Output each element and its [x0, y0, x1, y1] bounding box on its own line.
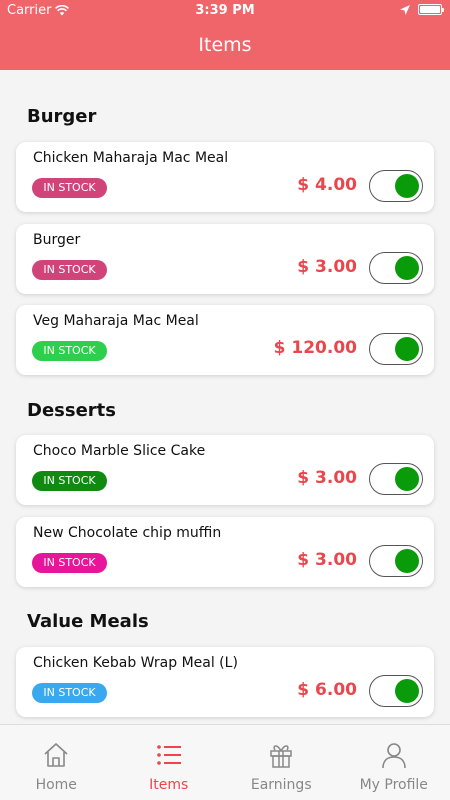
- section-title-burger: Burger: [27, 106, 97, 127]
- toggle-knob: [395, 337, 419, 361]
- availability-toggle[interactable]: [369, 170, 423, 202]
- section-title-desserts: Desserts: [27, 400, 116, 421]
- item-price: $ 4.00: [297, 175, 357, 195]
- header: Carrier 3:39 PM Items: [0, 0, 450, 70]
- user-icon: [381, 743, 406, 769]
- tab-earnings[interactable]: Earnings: [225, 725, 338, 800]
- items-list[interactable]: Burger Chicken Maharaja Mac Meal IN STOC…: [0, 70, 450, 724]
- tab-label: Home: [35, 777, 77, 793]
- availability-toggle[interactable]: [369, 333, 423, 365]
- item-card[interactable]: Choco Marble Slice Cake IN STOCK $ 3.00: [16, 435, 434, 505]
- item-price: $ 3.00: [297, 468, 357, 488]
- page-title: Items: [198, 34, 252, 56]
- stock-badge: IN STOCK: [32, 260, 107, 280]
- item-name: Chicken Kebab Wrap Meal (L): [33, 655, 238, 671]
- status-bar: Carrier 3:39 PM: [0, 0, 450, 22]
- item-price: $ 120.00: [273, 338, 357, 358]
- availability-toggle[interactable]: [369, 675, 423, 707]
- item-name: Veg Maharaja Mac Meal: [33, 313, 199, 329]
- item-card[interactable]: Chicken Maharaja Mac Meal IN STOCK $ 4.0…: [16, 142, 434, 212]
- section-title-value-meals: Value Meals: [27, 611, 149, 632]
- stock-badge: IN STOCK: [32, 471, 107, 491]
- tab-label: Earnings: [250, 777, 312, 793]
- tab-home[interactable]: Home: [0, 725, 113, 800]
- item-name: Chicken Maharaja Mac Meal: [33, 150, 229, 166]
- availability-toggle[interactable]: [369, 463, 423, 495]
- availability-toggle[interactable]: [369, 545, 423, 577]
- tab-items[interactable]: Items: [113, 725, 226, 800]
- stock-badge: IN STOCK: [32, 553, 107, 573]
- item-price: $ 6.00: [297, 680, 357, 700]
- status-time: 3:39 PM: [195, 3, 255, 18]
- tab-label: My Profile: [359, 777, 428, 793]
- toggle-knob: [395, 467, 419, 491]
- list-icon: [156, 745, 181, 765]
- tab-my-profile[interactable]: My Profile: [338, 725, 450, 800]
- item-name: New Chocolate chip muffin: [33, 525, 222, 541]
- item-name: Burger: [33, 232, 81, 248]
- availability-toggle[interactable]: [369, 252, 423, 284]
- tab-bar: Home Items Earnings My Profile: [0, 724, 450, 800]
- toggle-knob: [395, 174, 419, 198]
- toggle-knob: [395, 256, 419, 280]
- battery-icon: [418, 4, 444, 15]
- item-card[interactable]: Veg Maharaja Mac Meal IN STOCK $ 120.00: [16, 305, 434, 375]
- stock-badge: IN STOCK: [32, 683, 107, 703]
- home-icon: [44, 743, 68, 767]
- toggle-knob: [395, 679, 419, 703]
- status-right: [400, 4, 444, 15]
- gift-icon: [270, 745, 292, 768]
- item-card[interactable]: Burger IN STOCK $ 3.00: [16, 224, 434, 294]
- item-price: $ 3.00: [297, 550, 357, 570]
- toggle-knob: [395, 549, 419, 573]
- stock-badge: IN STOCK: [32, 178, 107, 198]
- item-card[interactable]: New Chocolate chip muffin IN STOCK $ 3.0…: [16, 517, 434, 587]
- item-name: Choco Marble Slice Cake: [33, 443, 206, 459]
- location-arrow-icon: [400, 4, 410, 15]
- stock-badge: IN STOCK: [32, 341, 107, 361]
- item-card[interactable]: Chicken Kebab Wrap Meal (L) IN STOCK $ 6…: [16, 647, 434, 717]
- tab-label: Items: [149, 777, 189, 793]
- item-price: $ 3.00: [297, 257, 357, 277]
